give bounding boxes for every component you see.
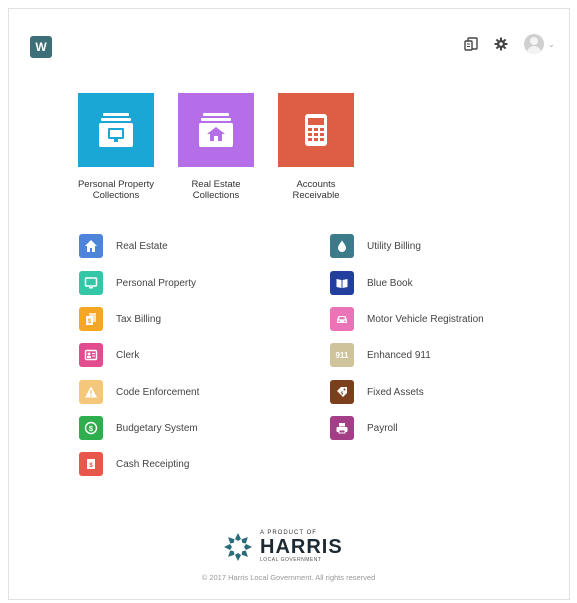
tile-accounts-receivable[interactable]: Accounts Receivable [266, 93, 366, 201]
module-label: Tax Billing [116, 313, 162, 325]
svg-text:$: $ [89, 462, 93, 469]
documents-icon[interactable] [462, 34, 480, 54]
module-label: Motor Vehicle Registration [367, 313, 484, 325]
dollar-icon: $ [79, 416, 103, 440]
water-drop-icon [330, 234, 354, 258]
svg-text:$: $ [89, 424, 94, 433]
tile-icon-box [278, 93, 354, 167]
monitor-icon [79, 271, 103, 295]
module-payroll[interactable]: Payroll [330, 416, 398, 440]
tax-doc-icon: $ [79, 307, 103, 331]
module-label: Cash Receipting [116, 458, 190, 470]
module-label: Personal Property [116, 277, 197, 289]
tile-personal-property-collections[interactable]: Personal Property Collections [66, 93, 166, 201]
tag-icon: $ [330, 380, 354, 404]
module-label: Enhanced 911 [367, 349, 431, 361]
module-fixed-assets[interactable]: $ Fixed Assets [330, 380, 424, 404]
car-icon [330, 307, 354, 331]
footer-sub: LOCAL GOVERNMENT [260, 557, 322, 563]
chevron-down-icon: ⌄ [548, 39, 555, 49]
printer-icon [330, 416, 354, 440]
house-drawer-icon [199, 113, 233, 147]
gear-icon[interactable] [492, 34, 510, 54]
harris-footer-logo: A PRODUCT OF HARRIS LOCAL GOVERNMENT [222, 530, 343, 563]
calculator-icon [305, 114, 327, 146]
module-label: Utility Billing [367, 240, 421, 252]
module-budgetary-system[interactable]: $ Budgetary System [79, 416, 198, 440]
module-tax-billing[interactable]: $ Tax Billing [79, 307, 161, 331]
tile-label: Real Estate Collections [191, 179, 241, 201]
911-glyph: 911 [335, 350, 349, 360]
module-label: Clerk [116, 349, 140, 361]
module-clerk[interactable]: Clerk [79, 343, 139, 367]
footer-brand: HARRIS [260, 536, 343, 558]
module-label: Code Enforcement [116, 386, 200, 398]
module-motor-vehicle-registration[interactable]: Motor Vehicle Registration [330, 307, 484, 331]
911-icon: 911 [330, 343, 354, 367]
copyright-text: © 2017 Harris Local Government. All righ… [201, 573, 376, 582]
house-icon [79, 234, 103, 258]
book-icon [330, 271, 354, 295]
module-label: Blue Book [367, 277, 413, 289]
warning-icon [79, 380, 103, 404]
module-label: Real Estate [116, 240, 168, 252]
module-utility-billing[interactable]: Utility Billing [330, 234, 421, 258]
clerk-icon [79, 343, 103, 367]
avatar [524, 34, 544, 54]
module-code-enforcement[interactable]: Code Enforcement [79, 380, 199, 404]
tile-icon-box [78, 93, 154, 167]
module-cash-receipting[interactable]: $ Cash Receipting [79, 452, 189, 476]
computer-drawer-icon [99, 113, 133, 147]
module-enhanced-911[interactable]: 911 Enhanced 911 [330, 343, 431, 367]
tile-label: Personal Property Collections [77, 179, 155, 201]
receipt-icon: $ [79, 452, 103, 476]
module-personal-property[interactable]: Personal Property [79, 271, 196, 295]
harris-logo-icon [224, 532, 252, 561]
module-label: Budgetary System [116, 422, 198, 434]
tile-icon-box [178, 93, 254, 167]
module-blue-book[interactable]: Blue Book [330, 271, 413, 295]
module-label: Payroll [367, 422, 398, 434]
tile-label: Accounts Receivable [292, 179, 340, 201]
module-real-estate[interactable]: Real Estate [79, 234, 168, 258]
app-logo[interactable]: W [30, 36, 52, 58]
module-label: Fixed Assets [367, 386, 424, 398]
user-menu[interactable]: ⌄ [524, 34, 558, 54]
tile-real-estate-collections[interactable]: Real Estate Collections [166, 93, 266, 201]
